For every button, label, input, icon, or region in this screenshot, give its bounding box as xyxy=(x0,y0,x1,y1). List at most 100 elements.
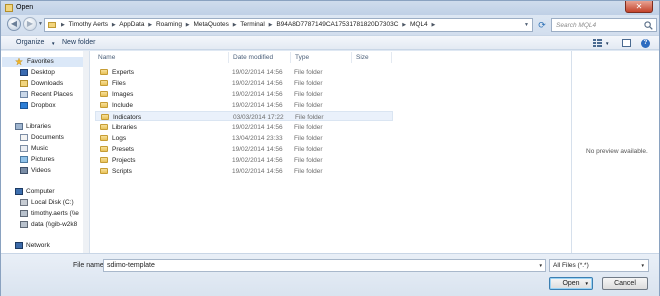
change-view-icon[interactable] xyxy=(593,39,602,47)
recent-places-icon xyxy=(20,91,28,98)
file-row[interactable]: Experts 19/02/2014 14:56 File folder xyxy=(95,67,393,77)
address-bar[interactable]: ▶ Timothy Aerts ▶ AppData ▶ Roaming ▶ Me… xyxy=(44,18,533,32)
recent-locations-dropdown[interactable]: ▼ xyxy=(38,21,43,27)
file-type: File folder xyxy=(294,156,323,164)
star-icon xyxy=(15,58,23,65)
search-input[interactable]: Search MQL4 xyxy=(551,18,657,32)
preview-pane-toggle-icon[interactable] xyxy=(622,39,631,47)
file-name: Libraries xyxy=(112,123,137,131)
file-row[interactable]: Files 19/02/2014 14:56 File folder xyxy=(95,78,393,88)
nav-item-label: Pictures xyxy=(31,156,55,163)
breadcrumb-item[interactable]: Roaming xyxy=(156,21,182,28)
file-row[interactable]: Projects 19/02/2014 14:56 File folder xyxy=(95,155,393,165)
search-icon xyxy=(644,21,653,30)
file-type: File folder xyxy=(294,145,323,153)
documents-icon xyxy=(20,134,28,141)
content-area: Favorites Desktop Downloads Recent Place… xyxy=(1,51,659,253)
breadcrumb-item[interactable]: MQL4 xyxy=(410,21,428,28)
file-name: Files xyxy=(112,79,126,87)
breadcrumb-item[interactable]: Terminal xyxy=(240,21,265,28)
file-row[interactable]: Libraries 19/02/2014 14:56 File folder xyxy=(95,122,393,132)
file-row[interactable]: Include 19/02/2014 14:56 File folder xyxy=(95,100,393,110)
file-row[interactable]: Images 19/02/2014 14:56 File folder xyxy=(95,89,393,99)
file-date: 19/02/2014 14:56 xyxy=(232,68,283,76)
column-header-date[interactable]: Date modified xyxy=(233,51,273,64)
breadcrumb-item[interactable]: MetaQuotes xyxy=(193,21,228,28)
folder-icon xyxy=(100,168,108,174)
column-header-size[interactable]: Size xyxy=(356,51,369,64)
file-row[interactable]: Logs 13/04/2014 23:33 File folder xyxy=(95,133,393,143)
file-type-select[interactable]: All Files (*.*) ▼ xyxy=(549,259,649,272)
file-date: 03/03/2014 17:22 xyxy=(233,113,284,121)
dialog-folder-icon xyxy=(5,4,13,12)
address-row: ◀ ▶ ▼ ▶ Timothy Aerts ▶ AppData ▶ Roamin… xyxy=(1,15,659,35)
file-type: File folder xyxy=(294,90,323,98)
computer-icon xyxy=(15,188,23,195)
folder-icon xyxy=(100,102,108,108)
file-date: 19/02/2014 14:56 xyxy=(232,90,283,98)
file-date: 19/02/2014 14:56 xyxy=(232,101,283,109)
nav-item-favorites[interactable]: Favorites xyxy=(2,57,89,67)
folder-icon xyxy=(101,114,109,120)
chevron-down-icon[interactable]: ▼ xyxy=(539,263,543,268)
file-row[interactable]: Presets 19/02/2014 14:56 File folder xyxy=(95,144,393,154)
nav-item-label: Videos xyxy=(31,167,51,174)
preview-message: No preview available. xyxy=(586,148,648,155)
open-dialog: Open ✕ ◀ ▶ ▼ ▶ Timothy Aerts ▶ AppData ▶… xyxy=(0,0,660,296)
chevron-down-icon: ▼ xyxy=(51,41,56,46)
file-date: 19/02/2014 14:56 xyxy=(232,123,283,131)
nav-item-label: timothy.aerts (\\e xyxy=(31,210,79,217)
file-date: 19/02/2014 14:56 xyxy=(232,167,283,175)
file-type: File folder xyxy=(294,123,323,131)
file-name: Experts xyxy=(112,68,135,76)
file-name: Presets xyxy=(112,145,135,153)
nav-item-label: Network xyxy=(26,242,50,249)
file-name-label: File name: xyxy=(73,262,106,269)
dialog-title: Open xyxy=(16,4,34,11)
address-dropdown-icon[interactable]: ▼ xyxy=(524,22,529,28)
file-name: Images xyxy=(112,90,134,98)
close-button[interactable]: ✕ xyxy=(625,1,653,13)
file-row-selected[interactable]: Indicators 03/03/2014 17:22 File folder xyxy=(95,111,393,121)
cancel-button[interactable]: Cancel xyxy=(602,277,648,290)
column-header-type[interactable]: Type xyxy=(295,51,309,64)
desktop-icon xyxy=(20,69,28,76)
nav-item-label: data (\\gib-w2k8 xyxy=(31,221,78,228)
help-icon[interactable]: ? xyxy=(641,39,650,48)
breadcrumb-item[interactable]: AppData xyxy=(119,21,144,28)
nav-item-label: Recent Places xyxy=(31,91,73,98)
navigation-pane: Favorites Desktop Downloads Recent Place… xyxy=(1,51,90,253)
new-folder-button[interactable]: New folder xyxy=(62,39,95,46)
videos-icon xyxy=(20,167,28,174)
breadcrumb-item[interactable]: Timothy Aerts xyxy=(69,21,109,28)
folder-icon xyxy=(100,80,108,86)
nav-item-label: Local Disk (C:) xyxy=(31,199,74,206)
folder-icon xyxy=(100,69,108,75)
open-options-chevron-icon[interactable]: ▼ xyxy=(585,278,589,289)
back-button[interactable]: ◀ xyxy=(7,17,21,31)
breadcrumb-item[interactable]: B94A8D7787149CA17531781820D7303C xyxy=(276,21,398,28)
file-name: Indicators xyxy=(113,113,142,121)
folder-icon xyxy=(100,135,108,141)
forward-button[interactable]: ▶ xyxy=(23,17,37,31)
file-type: File folder xyxy=(294,167,323,175)
file-name: Logs xyxy=(112,134,127,142)
local-disk-icon xyxy=(20,199,28,206)
navigation-scrollbar[interactable] xyxy=(83,51,89,253)
file-type-value: All Files (*.*) xyxy=(553,262,589,269)
file-name-input[interactable]: sdimo-template ▼ xyxy=(103,259,546,272)
title-bar: Open ✕ xyxy=(1,1,659,15)
command-bar: Organize ▼ New folder ▼ ? xyxy=(1,35,659,50)
breadcrumb: ▶ Timothy Aerts ▶ AppData ▶ Roaming ▶ Me… xyxy=(61,21,436,28)
view-options-chevron-icon[interactable]: ▼ xyxy=(605,41,609,46)
file-name: Include xyxy=(112,101,133,109)
refresh-button[interactable]: ⟳ xyxy=(536,19,548,31)
preview-pane: No preview available. xyxy=(571,51,659,253)
file-type: File folder xyxy=(294,79,323,87)
file-row[interactable]: Scripts 19/02/2014 14:56 File folder xyxy=(95,166,393,176)
column-header-name[interactable]: Name xyxy=(98,51,115,64)
network-drive-icon xyxy=(20,221,28,228)
open-button[interactable]: Open ▼ xyxy=(549,277,593,290)
organize-button[interactable]: Organize xyxy=(16,39,44,46)
music-icon xyxy=(20,145,28,152)
